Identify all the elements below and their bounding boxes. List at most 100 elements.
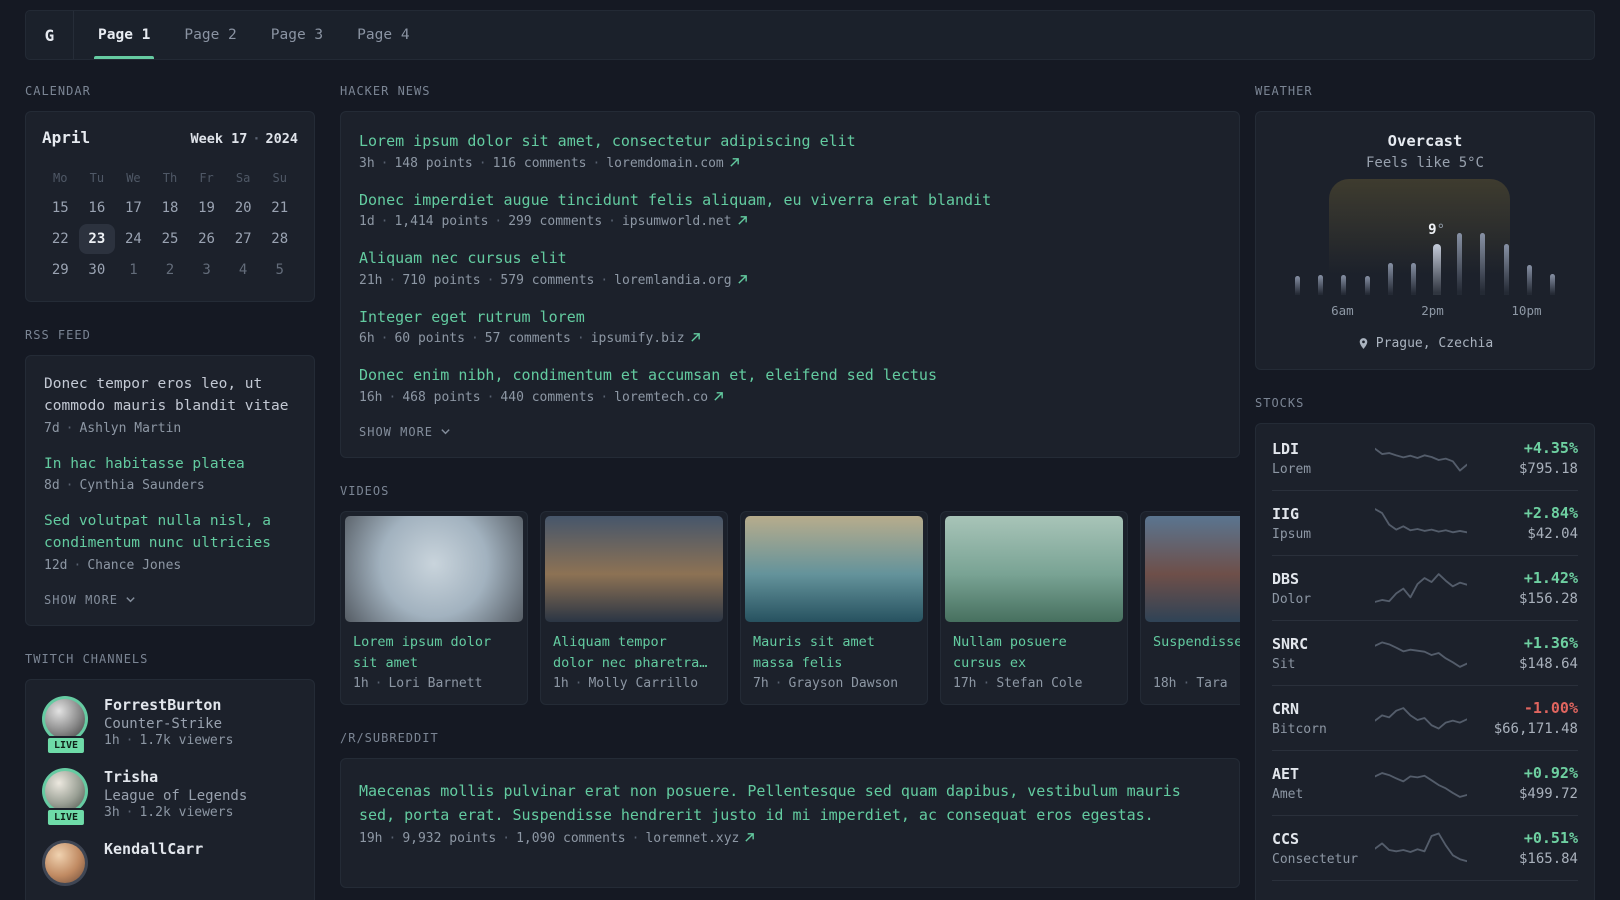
meta-separator: ·: [380, 155, 389, 171]
rss-item-title[interactable]: Donec tempor eros leo, ut commodo mauris…: [44, 374, 296, 418]
hackernews-item-title[interactable]: Donec enim nibh, condimentum et accumsan…: [359, 364, 1221, 387]
meta-separator: ·: [486, 389, 495, 405]
hackernews-item-title[interactable]: Integer eget rutrum lorem: [359, 306, 1221, 329]
stock-values: +0.92% $499.72: [1474, 764, 1578, 802]
stocks-card: LDI Lorem +4.35% $795.18 IIG Ipsum +2.84% $42.0…: [1255, 423, 1595, 900]
weather-bar: [1410, 263, 1416, 295]
app-logo[interactable]: G: [26, 11, 74, 59]
stock-row[interactable]: CRN Bitcorn -1.00% $66,171.48: [1272, 685, 1578, 750]
video-card[interactable]: Lorem ipsum dolor sit amet consectetu…1h…: [340, 510, 528, 705]
meta-text: 12d: [44, 557, 68, 573]
stock-ticker: CCS: [1272, 829, 1300, 848]
stock-symbol-block: CRN Bitcorn: [1272, 700, 1368, 737]
rss-show-more-button[interactable]: SHOW MORE: [44, 593, 296, 607]
calendar-day: 17: [124, 200, 142, 216]
video-title: Suspendisse diam: [1153, 633, 1240, 650]
twitch-channel-row[interactable]: LIVE Trisha League of Legends 3h · 1.2k viewe…: [42, 767, 298, 827]
item-meta: 1h · 1.7k viewers: [104, 733, 233, 748]
stock-row[interactable]: IIG Ipsum +2.84% $42.04: [1272, 490, 1578, 555]
weather-card: Overcast Feels like 5°C 9° 6am 2pm 10pm Pr…: [1255, 111, 1595, 370]
weather-hour-label: [1444, 303, 1467, 318]
twitch-avatar: [42, 839, 90, 886]
stocks-widget: STOCKS LDI Lorem +4.35% $795.18 IIG Ipsum +2.8…: [1255, 396, 1595, 900]
twitch-section-title: TWITCH CHANNELS: [25, 651, 149, 666]
rss-item-title[interactable]: In hac habitasse platea: [44, 454, 296, 476]
meta-text: Ashlyn Martin: [79, 420, 182, 436]
stock-name: Dolor: [1272, 591, 1312, 607]
hackernews-show-more-button[interactable]: SHOW MORE: [359, 425, 1221, 439]
subreddit-post-title[interactable]: Maecenas mollis pulvinar erat non posuer…: [359, 779, 1221, 827]
meta-text: 17h: [953, 675, 977, 691]
twitch-channel-row[interactable]: KendallCarr: [42, 839, 298, 886]
item-meta: 16h · 468 points · 440 comments · loremtech.co: [359, 390, 1221, 405]
hackernews-item-title[interactable]: Lorem ipsum dolor sit amet, consectetur …: [359, 130, 1221, 153]
hackernews-item-title[interactable]: Donec imperdiet augue tincidunt felis al…: [359, 189, 1221, 212]
source-domain-link[interactable]: ipsumify.biz: [591, 331, 685, 346]
video-card[interactable]: Nullam posuere cursus ex 17h · Stefan Cole: [940, 510, 1128, 705]
hackernews-item: Lorem ipsum dolor sit amet, consectetur …: [359, 130, 1221, 171]
tab-page-1[interactable]: Page 1: [94, 11, 155, 59]
twitch-channel-name: KendallCarr: [104, 839, 204, 858]
weather-bar: [1503, 244, 1509, 295]
stock-row[interactable]: DBS Dolor +1.42% $156.28: [1272, 555, 1578, 620]
calendar-day: 19: [198, 200, 215, 216]
item-meta: 8d · Cynthia Saunders: [44, 478, 296, 493]
tab-page-2[interactable]: Page 2: [180, 11, 240, 59]
meta-text: 1d: [359, 214, 375, 229]
meta-text: Tara: [1196, 675, 1228, 691]
meta-separator: ·: [774, 675, 783, 691]
degree-symbol: °: [1436, 222, 1446, 238]
stock-row[interactable]: CCS Consectetur +0.51% $165.84: [1272, 815, 1578, 880]
twitch-channel-row[interactable]: LIVE ForrestBurton Counter-Strike 1h · 1.7k v…: [42, 695, 298, 755]
location-pin-icon: [1359, 338, 1368, 349]
twitch-channel-info: KendallCarr: [104, 840, 203, 886]
hackernews-card: Lorem ipsum dolor sit amet, consectetur …: [340, 111, 1240, 458]
meta-text: Cynthia Saunders: [79, 478, 205, 494]
rss-item-title[interactable]: Sed volutpat nulla nisl, a condimentum n…: [44, 511, 296, 555]
hackernews-item-title[interactable]: Aliquam nec cursus elit: [359, 247, 1221, 270]
stock-change: -1.00%: [1523, 699, 1578, 717]
stock-ticker: CRN: [1272, 699, 1300, 718]
meta-text: 16h: [359, 389, 383, 405]
source-domain-link[interactable]: ipsumworld.net: [622, 214, 732, 229]
item-meta: 1h · Lori Barnett: [341, 668, 527, 704]
weather-bar-slot: [1356, 276, 1379, 295]
stock-row[interactable]: LDI Lorem +4.35% $795.18: [1272, 426, 1578, 490]
source-domain-link[interactable]: loremtech.co: [614, 390, 708, 405]
weather-bar: [1549, 274, 1555, 295]
stock-row[interactable]: AET Amet +0.92% $499.72: [1272, 750, 1578, 815]
weather-bar-slot: [1379, 263, 1402, 295]
right-column: WEATHER Overcast Feels like 5°C 9° 6am 2p…: [1255, 84, 1595, 900]
calendar-day: 20: [234, 200, 252, 216]
video-card[interactable]: Suspendisse diam 18h · Tara: [1140, 510, 1240, 705]
stock-change: +4.35%: [1523, 439, 1578, 457]
weather-hour-label: [1466, 303, 1489, 318]
calendar-year: 2024: [265, 131, 298, 147]
stock-row[interactable]: SNRC Sit +1.36% $148.64: [1272, 620, 1578, 685]
calendar-weekday-label: Fr: [199, 171, 214, 185]
calendar-day: 28: [271, 231, 289, 247]
video-thumbnail: [945, 515, 1123, 622]
item-meta: 1h · Molly Carrillo: [541, 668, 727, 704]
stock-row[interactable]: AHS+0.46%: [1272, 880, 1578, 900]
weather-hour-labels: 6am 2pm 10pm: [1286, 303, 1564, 318]
stock-name: Ipsum: [1272, 526, 1312, 542]
calendar-day: 29: [51, 262, 69, 278]
meta-text: 1h: [104, 732, 120, 748]
video-card[interactable]: Mauris sit amet massa felis 7h · Grayson Da…: [740, 510, 928, 705]
tab-page-3[interactable]: Page 3: [267, 11, 327, 59]
source-domain-link[interactable]: loremnet.xyz: [645, 831, 739, 846]
source-domain-link[interactable]: loremlandia.org: [614, 273, 731, 288]
tab-page-4[interactable]: Page 4: [353, 11, 413, 59]
stock-ticker: SNRC: [1272, 634, 1309, 653]
chevron-down-icon: [126, 597, 135, 603]
separator-dot: ·: [252, 131, 261, 147]
meta-separator: ·: [65, 420, 74, 436]
weather-bar-slot: 9°: [1425, 222, 1448, 295]
current-temp-label: 9°: [1428, 222, 1446, 238]
meta-text: 57 comments: [484, 331, 571, 346]
subreddit-section-title: /R/SUBREDDIT: [340, 730, 439, 745]
calendar-week-year: Week 17 · 2024: [190, 131, 298, 147]
video-card[interactable]: Aliquam tempor dolor nec pharetra… 1h · Mol…: [540, 510, 728, 705]
source-domain-link[interactable]: loremdomain.com: [606, 156, 723, 171]
